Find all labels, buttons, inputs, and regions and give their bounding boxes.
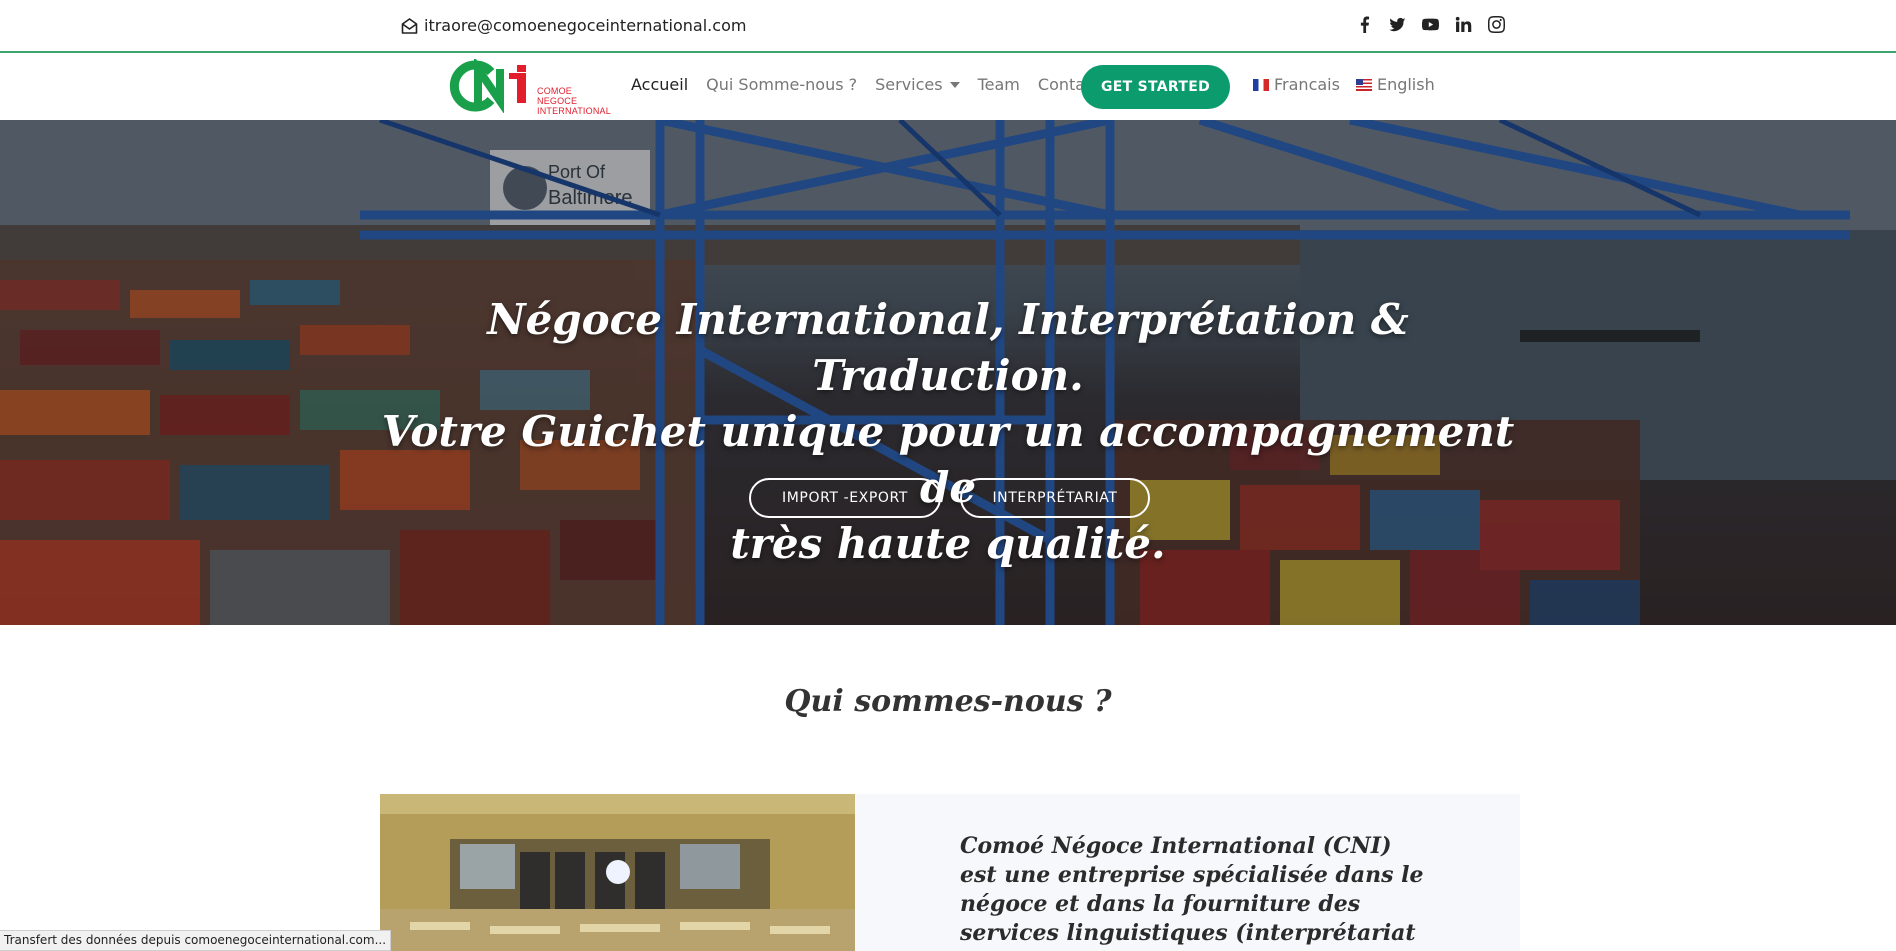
linkedin-icon[interactable] bbox=[1454, 15, 1473, 34]
hero-headline: Négoce International, Interprétation & T… bbox=[348, 292, 1548, 572]
nav-item-team[interactable]: Team bbox=[978, 75, 1020, 94]
hero-headline-line2: Votre Guichet unique pour un accompagnem… bbox=[381, 407, 1515, 512]
hero-headline-line1: Négoce International, Interprétation & T… bbox=[487, 295, 1409, 400]
nav-item-services-label: Services bbox=[875, 75, 943, 94]
nav-item-services[interactable]: Services bbox=[875, 75, 960, 94]
hero-banner: Port Of Baltimore Négoce International, … bbox=[0, 120, 1896, 625]
interpretariat-button[interactable]: INTERPRÉTARIAT bbox=[960, 478, 1150, 518]
lang-francais[interactable]: Francais bbox=[1253, 75, 1340, 94]
browser-status-bar: Transfert des données depuis comoenegoce… bbox=[0, 930, 392, 951]
envelope-open-icon bbox=[401, 17, 418, 34]
get-started-button[interactable]: GET STARTED bbox=[1081, 65, 1230, 109]
french-flag-icon bbox=[1253, 78, 1269, 91]
logo-wordmark: COMOE NEGOCE INTERNATIONAL bbox=[537, 86, 611, 116]
facebook-icon[interactable] bbox=[1355, 15, 1374, 34]
main-nav: Accueil Qui Somme-nous ? Services Team C… bbox=[631, 75, 1118, 94]
instagram-icon[interactable] bbox=[1487, 15, 1506, 34]
conference-room-illustration bbox=[380, 794, 855, 951]
language-switcher: Francais English bbox=[1253, 75, 1435, 94]
about-conference-image bbox=[380, 794, 855, 951]
social-links bbox=[1355, 15, 1506, 34]
lang-francais-label: Francais bbox=[1274, 75, 1340, 94]
lang-english[interactable]: English bbox=[1355, 75, 1435, 94]
main-header: COMOE NEGOCE INTERNATIONAL Accueil Qui S… bbox=[0, 55, 1896, 120]
nav-item-accueil[interactable]: Accueil bbox=[631, 75, 688, 94]
email-text: itraore@comoenegoceinternational.com bbox=[424, 16, 747, 35]
nav-item-qui-sommes-nous[interactable]: Qui Somme-nous ? bbox=[706, 75, 857, 94]
youtube-icon[interactable] bbox=[1421, 15, 1440, 34]
site-logo[interactable]: COMOE NEGOCE INTERNATIONAL bbox=[445, 56, 611, 116]
twitter-icon[interactable] bbox=[1388, 15, 1407, 34]
about-section-title: Qui sommes-nous ? bbox=[784, 684, 1112, 719]
caret-down-icon bbox=[949, 81, 960, 88]
lang-english-label: English bbox=[1376, 75, 1435, 94]
about-description: Comoé Négoce International (CNI) est une… bbox=[960, 833, 1424, 951]
hero-headline-line3: très haute qualité. bbox=[730, 519, 1166, 568]
import-export-button[interactable]: IMPORT -EXPORT bbox=[749, 478, 941, 518]
us-flag-icon bbox=[1355, 78, 1372, 91]
email-contact[interactable]: itraore@comoenegoceinternational.com bbox=[401, 16, 746, 35]
top-bar: itraore@comoenegoceinternational.com bbox=[0, 0, 1896, 53]
